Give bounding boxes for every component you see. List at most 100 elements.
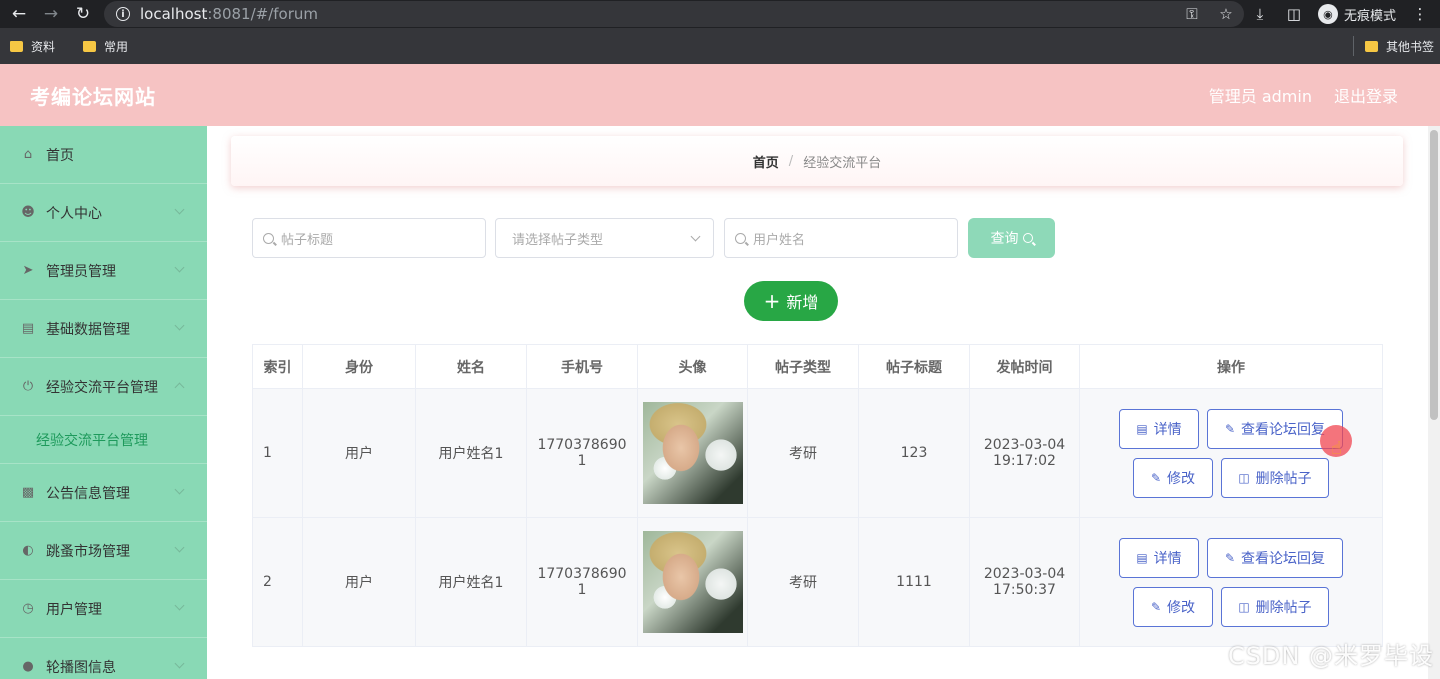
cell-name: 用户姓名1 [415, 517, 527, 647]
sidebar: ⌂ 首页 ☻ 个人中心 ➤ 管理员管理 ▤ 基础数据管理 ⏻ 经验交流平台管理 经验交流平… [0, 126, 207, 679]
other-bookmarks[interactable]: 其他书签 [1364, 38, 1434, 55]
sidebar-item-profile[interactable]: ☻ 个人中心 [0, 184, 207, 242]
col-name: 姓名 [415, 344, 527, 389]
post-title-search-input[interactable]: 帖子标题 [252, 218, 486, 258]
post-type-select[interactable]: 请选择帖子类型 [495, 218, 714, 258]
search-icon [1022, 233, 1033, 243]
table-header: 索引 身份 姓名 手机号 头像 帖子类型 帖子标题 发帖时间 操作 [252, 344, 1383, 389]
breadcrumb-home[interactable]: 首页 [753, 152, 779, 171]
cell-post-time: 2023-03-04 19:17:02 [969, 388, 1080, 518]
col-role: 身份 [302, 344, 416, 389]
key-icon[interactable]: ⚿ [1182, 5, 1202, 23]
chevron-down-icon [174, 262, 185, 273]
cell-phone: 1770378690 1 [526, 517, 638, 647]
col-post-type: 帖子类型 [747, 344, 859, 389]
edit-button[interactable]: ✎ 修改 [1133, 586, 1213, 627]
col-avatar: 头像 [637, 344, 748, 389]
incognito-indicator[interactable]: ◉ 无痕模式 [1317, 4, 1396, 24]
folder-icon [10, 40, 23, 52]
sidebar-item-basic-data[interactable]: ▤ 基础数据管理 [0, 300, 207, 358]
send-icon: ➤ [22, 263, 34, 278]
clock-icon: ◷ [22, 601, 34, 616]
gauge-icon: ◐ [22, 543, 34, 558]
incognito-label: 无痕模式 [1343, 8, 1396, 24]
cell-phone: 1770378690 1 [526, 388, 638, 518]
delete-button[interactable]: ◫ 删除帖子 [1221, 457, 1329, 498]
bookmark-divider [1353, 36, 1354, 56]
avatar[interactable] [642, 531, 743, 633]
plus-icon: + [763, 289, 781, 313]
edit-button[interactable]: ✎ 修改 [1133, 457, 1213, 498]
notice-icon: ▩ [21, 485, 35, 500]
detail-button[interactable]: ▤ 详情 [1119, 408, 1199, 449]
chevron-down-icon [174, 320, 185, 331]
sidepanel-icon[interactable]: ◫ [1284, 5, 1304, 23]
menu-icon[interactable]: ⋮ [1410, 5, 1430, 23]
add-button[interactable]: + 新增 [744, 281, 838, 321]
edit-icon: ✎ [1224, 421, 1236, 436]
sidebar-item-notice[interactable]: ▩ 公告信息管理 [0, 464, 207, 522]
query-button[interactable]: 查询 [968, 218, 1055, 258]
document-icon: ▤ [1136, 421, 1148, 436]
post-type-placeholder: 请选择帖子类型 [512, 232, 604, 248]
view-replies-button[interactable]: ✎ 查看论坛回复 [1207, 537, 1343, 578]
chevron-down-icon [174, 204, 185, 215]
breadcrumb-current: 经验交流平台 [803, 155, 882, 171]
edit-icon: ✎ [1150, 599, 1162, 614]
bookmark-folder-ziliao[interactable]: 资料 [10, 38, 55, 55]
edit-icon: ✎ [1150, 470, 1162, 485]
breadcrumb: 首页 / 经验交流平台 [231, 136, 1403, 186]
bookmarks-bar: 资料 常用 其他书签 [0, 28, 1440, 64]
detail-button[interactable]: ▤ 详情 [1119, 537, 1199, 578]
breadcrumb-separator: / [788, 153, 794, 169]
user-icon: ☻ [21, 205, 35, 220]
search-icon [263, 232, 274, 244]
address-bar[interactable]: i localhost:8081/#/forum [104, 1, 1244, 27]
edit-icon: ✎ [1224, 550, 1236, 565]
cell-index: 2 [252, 517, 303, 647]
site-info-icon[interactable]: i [116, 7, 130, 21]
reload-icon[interactable]: ↻ [70, 1, 96, 27]
avatar[interactable] [642, 402, 743, 504]
delete-button[interactable]: ◫ 删除帖子 [1221, 586, 1329, 627]
star-icon[interactable]: ☆ [1216, 5, 1236, 23]
username-search-input[interactable]: 用户姓名 [724, 218, 958, 258]
url-text[interactable]: localhost:8081/#/forum [140, 5, 318, 23]
home-icon: ⌂ [23, 147, 33, 162]
cell-role: 用户 [302, 517, 416, 647]
main-content: 首页 / 经验交流平台 帖子标题 请选择帖子类型 用户姓名 查询 + 新增 索引 … [207, 126, 1428, 679]
chevron-up-icon [174, 382, 185, 393]
col-phone: 手机号 [526, 344, 638, 389]
forward-icon[interactable]: → [38, 1, 64, 27]
back-icon[interactable]: ← [6, 1, 32, 27]
scrollbar-thumb[interactable] [1430, 130, 1438, 420]
col-post-time: 发帖时间 [969, 344, 1080, 389]
trash-icon: ◫ [1238, 599, 1250, 614]
sidebar-subitem-forum[interactable]: 经验交流平台管理 [0, 416, 207, 464]
sidebar-item-admin[interactable]: ➤ 管理员管理 [0, 242, 207, 300]
sidebar-item-market[interactable]: ◐ 跳蚤市场管理 [0, 522, 207, 580]
cell-actions: ▤ 详情 ✎ 查看论坛回复 ✎ 修改 ◫ 删除帖子 [1079, 517, 1383, 647]
browser-actions: ⚿ ☆ ⤓ ◫ ◉ 无痕模式 ⋮ [1182, 0, 1440, 28]
table-row: 1 用户 用户姓名1 1770378690 1 考研 123 2023-03-04… [252, 388, 1383, 518]
cell-post-title: 123 [858, 388, 970, 518]
cell-post-type: 考研 [747, 517, 859, 647]
col-index: 索引 [252, 344, 303, 389]
cell-post-type: 考研 [747, 388, 859, 518]
sidebar-item-users[interactable]: ◷ 用户管理 [0, 580, 207, 638]
site-title: 考编论坛网站 [30, 84, 156, 109]
cell-avatar [637, 388, 748, 518]
cell-post-title: 1111 [858, 517, 970, 647]
cell-name: 用户姓名1 [415, 388, 527, 518]
sidebar-item-home[interactable]: ⌂ 首页 [0, 126, 207, 184]
folder-icon [83, 40, 97, 52]
download-icon[interactable]: ⤓ [1250, 5, 1270, 23]
bookmark-folder-changyong[interactable]: 常用 [83, 38, 128, 55]
document-icon: ▤ [1136, 550, 1148, 565]
logout-link[interactable]: 退出登录 [1334, 83, 1398, 107]
sidebar-item-carousel[interactable]: ● 轮播图信息 [0, 638, 207, 679]
sidebar-item-forum[interactable]: ⏻ 经验交流平台管理 [0, 358, 207, 416]
table-row: 2 用户 用户姓名1 1770378690 1 考研 1111 2023-03-0… [252, 517, 1383, 647]
folder-icon [1364, 41, 1378, 52]
mic-icon: ● [22, 659, 34, 674]
